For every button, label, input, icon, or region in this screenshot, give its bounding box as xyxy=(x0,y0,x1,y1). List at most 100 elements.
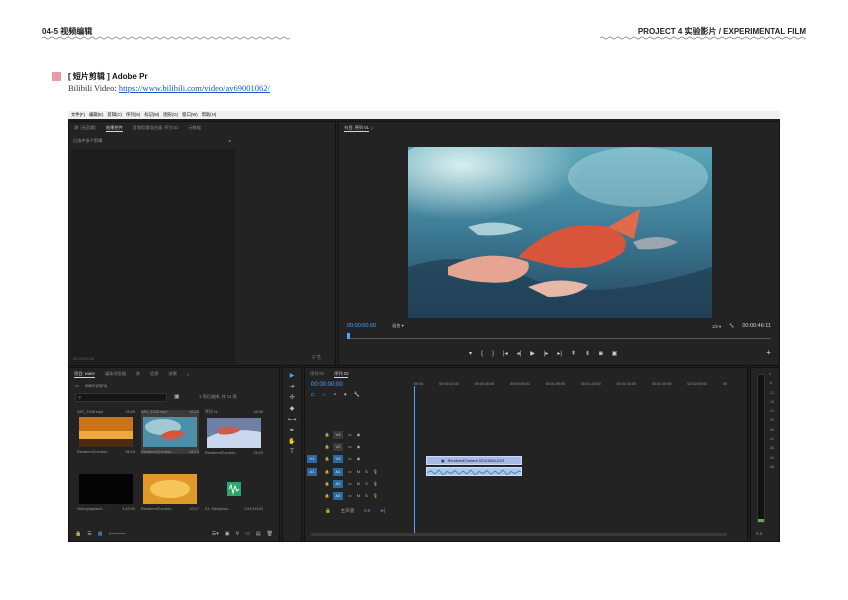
project-item-selected[interactable]: IMG_2155.mp4 20;23 RenderedContent... 46;1… xyxy=(141,410,199,454)
razor-tool-icon[interactable]: ◆ xyxy=(290,405,295,412)
master-volume-value[interactable]: 0.0 xyxy=(364,508,370,514)
linked-selection-icon[interactable]: ⚭ xyxy=(333,392,337,398)
find-icon[interactable]: ⚲ xyxy=(236,531,240,537)
button-editor-plus-icon[interactable]: + xyxy=(766,348,771,357)
microphone-icon[interactable]: 🎙 xyxy=(373,481,378,486)
tab-sequence-03[interactable]: 序列 03 xyxy=(334,371,349,378)
sync-lock-icon[interactable]: ▭ xyxy=(348,469,352,474)
tab-program[interactable]: 节目: 序列 01 xyxy=(344,125,369,132)
tab-audio-clip-mixer[interactable]: 音频剪辑混合器: 序列 01 xyxy=(133,125,179,131)
mute-button[interactable]: M xyxy=(357,493,360,498)
menu-edit[interactable]: 编辑(E) xyxy=(89,112,103,118)
panel-menu-icon[interactable]: ≡ xyxy=(371,126,373,131)
new-item-icon[interactable]: ▤ xyxy=(256,531,261,537)
solo-button[interactable]: S xyxy=(365,493,368,498)
project-item[interactable]: 01. Sleepless... 1:04:34102 xyxy=(205,474,263,511)
solo-button[interactable]: S xyxy=(365,481,368,486)
track-name[interactable]: V1 xyxy=(333,454,343,463)
selection-tool-icon[interactable]: ▶ xyxy=(290,372,295,379)
sort-icon[interactable]: ☰▾ xyxy=(212,531,219,537)
track-name[interactable]: A3 xyxy=(333,491,343,500)
hand-tool-icon[interactable]: ✋ xyxy=(288,438,295,445)
lock-icon[interactable]: 🔒 xyxy=(323,481,331,486)
tab-project[interactable]: 项目: water xyxy=(74,371,95,378)
project-search-input[interactable]: ⚲ xyxy=(75,393,167,402)
mute-button[interactable]: M xyxy=(357,469,360,474)
audio-clip[interactable] xyxy=(426,467,522,476)
menu-graphics[interactable]: 图形(G) xyxy=(163,112,178,118)
lock-icon[interactable]: 🔒 xyxy=(323,444,331,449)
tab-sequence-01[interactable]: 序列 01 xyxy=(310,371,324,377)
timeline-time-ruler[interactable]: :00:00 00:00:15:00 00:00:30:00 00:00:45:… xyxy=(413,382,727,400)
project-item[interactable]: RenderedContent... 20;17 xyxy=(141,474,199,511)
tab-effect-controls[interactable]: 效果控件 xyxy=(105,125,123,132)
ripple-edit-tool-icon[interactable]: ✣ xyxy=(289,394,294,401)
icon-view-icon[interactable]: ▦ xyxy=(98,531,103,537)
new-bin-icon[interactable]: ▣ xyxy=(225,531,230,537)
sync-lock-icon[interactable]: ▭ xyxy=(348,444,352,449)
go-to-end-icon[interactable]: ⊳| xyxy=(380,508,385,514)
sync-lock-icon[interactable]: ▭ xyxy=(348,493,352,498)
timeline-horizontal-scrollbar[interactable] xyxy=(311,533,727,536)
nest-icon[interactable]: ⊏ xyxy=(311,392,315,398)
program-playhead[interactable] xyxy=(347,333,350,339)
tab-info[interactable]: 信息 xyxy=(150,371,158,377)
zoom-slider[interactable]: ○──── xyxy=(108,531,125,537)
project-item[interactable]: 序列 01 46:08 RenderedContent... 25;23 xyxy=(205,410,263,455)
eye-icon[interactable]: ◉ xyxy=(357,456,361,461)
more-panels-icon[interactable]: » xyxy=(187,372,189,377)
menu-file[interactable]: 文件(F) xyxy=(71,112,85,118)
video-clip[interactable]: ▣ RenderedContent-00141864-D23 xyxy=(426,456,522,465)
go-to-in-icon[interactable]: |◂ xyxy=(503,350,508,357)
lock-icon[interactable]: 🔒 xyxy=(323,493,331,498)
lock-icon[interactable]: 🔒 xyxy=(75,531,81,537)
lock-icon[interactable]: 🔒 xyxy=(323,469,331,474)
timeline-settings-icon[interactable]: 🔧 xyxy=(354,392,360,398)
timeline-playhead[interactable] xyxy=(414,386,415,536)
new-folder-icon[interactable]: ▭ xyxy=(245,531,250,537)
tab-source[interactable]: 源: (无剪辑) xyxy=(74,125,96,131)
filter-export-icon[interactable]: ⚲ ⎘ xyxy=(312,355,321,361)
lock-icon[interactable]: 🔒 xyxy=(325,508,331,514)
menu-sequence[interactable]: 序列(S) xyxy=(126,112,140,118)
meter-solo-buttons[interactable]: S S xyxy=(756,531,762,536)
play-icon[interactable]: ▶ xyxy=(530,350,535,357)
compare-view-icon[interactable]: ▣ xyxy=(612,350,618,357)
source-patch-v1[interactable]: V1 xyxy=(307,454,317,463)
track-name[interactable]: V3 xyxy=(333,430,343,439)
export-frame-icon[interactable]: ◙ xyxy=(599,351,603,357)
slip-tool-icon[interactable]: ⟷ xyxy=(288,416,297,423)
zoom-fit-select[interactable]: 适合 ▾ xyxy=(392,323,404,329)
track-name[interactable]: A2 xyxy=(333,479,343,488)
eye-icon[interactable]: ◉ xyxy=(357,432,361,437)
pen-tool-icon[interactable]: ✒ xyxy=(289,427,294,434)
menu-marker[interactable]: 标记(M) xyxy=(144,112,159,118)
mark-out-icon[interactable]: } xyxy=(492,351,494,357)
mute-button[interactable]: M xyxy=(357,481,360,486)
program-scrub-ruler[interactable] xyxy=(347,333,771,339)
track-name[interactable]: V2 xyxy=(333,442,343,451)
timeline-timecode[interactable]: 00:00:00:00 xyxy=(311,382,343,388)
program-current-timecode[interactable]: 00:00:00:00 xyxy=(347,323,376,329)
lift-icon[interactable]: ⇞ xyxy=(571,350,576,357)
lock-icon[interactable]: 🔒 xyxy=(323,456,331,461)
source-patch-a1[interactable]: A1 xyxy=(307,467,317,476)
sync-lock-icon[interactable]: ▭ xyxy=(348,456,352,461)
solo-button[interactable]: S xyxy=(365,469,368,474)
go-to-out-icon[interactable]: ▸| xyxy=(557,350,562,357)
project-item[interactable]: IMG_2158.mp4 25;28 RenderedContent... 56;1… xyxy=(77,410,135,454)
step-forward-icon[interactable]: |▸ xyxy=(544,350,549,357)
snap-icon[interactable]: ∩ xyxy=(322,392,326,398)
track-select-tool-icon[interactable]: ⇥ xyxy=(289,383,294,390)
mark-in-icon[interactable]: { xyxy=(481,351,483,357)
video-link[interactable]: https://www.bilibili.com/video/av6900106… xyxy=(119,83,270,93)
add-marker-icon[interactable]: ▾ xyxy=(469,350,472,357)
lock-icon[interactable]: 🔒 xyxy=(323,432,331,437)
sync-lock-icon[interactable]: ▭ xyxy=(348,481,352,486)
list-view-icon[interactable]: ☰ xyxy=(87,531,91,537)
wrench-icon[interactable]: 🔧 xyxy=(729,323,734,329)
microphone-icon[interactable]: 🎙 xyxy=(373,493,378,498)
extract-icon[interactable]: ⇟ xyxy=(585,350,590,357)
menu-help[interactable]: 帮助(H) xyxy=(202,112,217,118)
tab-metadata[interactable]: 元数据 xyxy=(188,125,201,131)
